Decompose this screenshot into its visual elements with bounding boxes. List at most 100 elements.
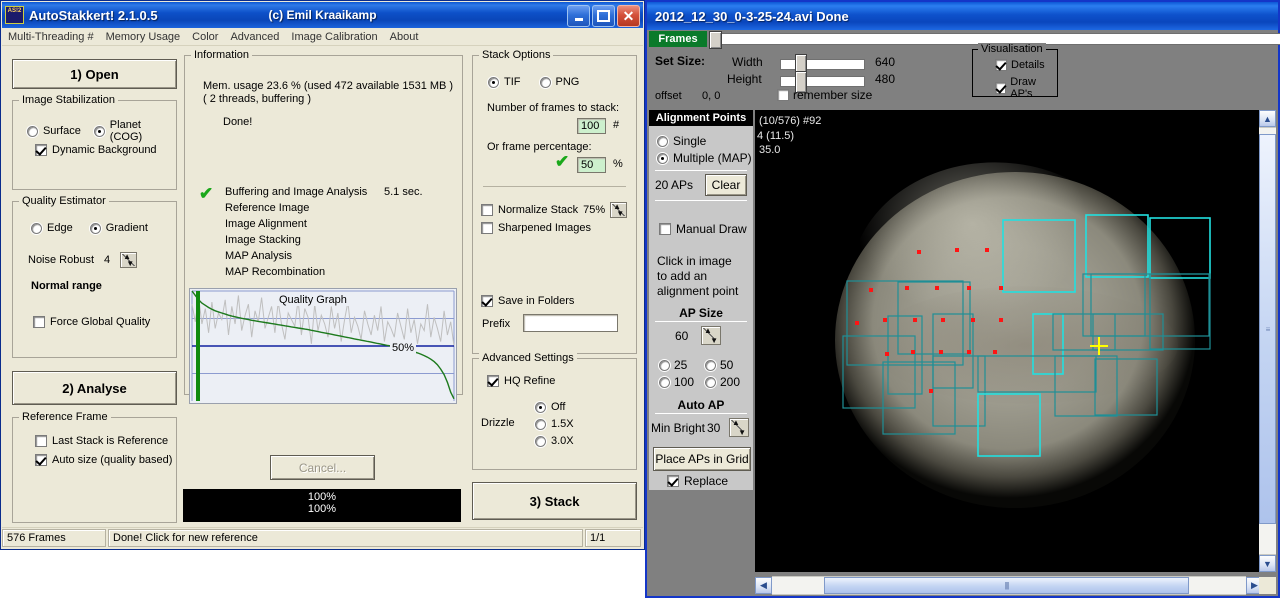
last-stack-reference-label: Last Stack is Reference — [52, 435, 168, 447]
height-slider-track[interactable] — [780, 76, 865, 87]
width-slider-track[interactable] — [780, 59, 865, 70]
surface-radio[interactable] — [27, 126, 38, 137]
drizzle-30x-radio[interactable] — [535, 436, 546, 447]
auto-ap-title: Auto AP — [649, 398, 753, 412]
clear-aps-button[interactable]: Clear — [705, 174, 747, 196]
image-viewport[interactable]: (10/576) #92 4 (11.5) 35.0 — [755, 110, 1263, 572]
scroll-up-arrow[interactable]: ▲ — [1259, 110, 1276, 127]
ap-size-25-radio[interactable] — [659, 360, 670, 371]
ap-single-radio[interactable] — [657, 136, 668, 147]
menu-memory-usage[interactable]: Memory Usage — [100, 30, 187, 44]
step-row: MAP Recombination — [199, 266, 449, 282]
h-scroll-trough[interactable]: |||| — [772, 576, 1246, 595]
ap-multiple-label: Multiple (MAP) — [673, 151, 752, 165]
v-scroll-thumb[interactable]: ≡ — [1259, 134, 1276, 524]
ap-size-50-radio[interactable] — [705, 360, 716, 371]
divider — [655, 170, 747, 171]
ap-hint-line1: Click in image — [657, 254, 738, 269]
tif-label: TIF — [504, 76, 521, 88]
noise-robust-label: Noise Robust — [28, 254, 94, 266]
open-button[interactable]: 1) Open — [12, 59, 177, 89]
progress-top: 100% — [183, 491, 461, 503]
drizzle-off-radio[interactable] — [535, 402, 546, 413]
save-in-folders-checkbox[interactable] — [481, 295, 493, 307]
quality-graph-annotation: 50% — [390, 342, 416, 354]
ap-hint-line3: alignment point — [657, 284, 738, 299]
drizzle-15x-radio[interactable] — [535, 419, 546, 430]
ap-size-100-radio[interactable] — [659, 377, 670, 388]
divider — [483, 186, 626, 187]
minimize-button[interactable] — [567, 5, 590, 27]
drizzle-label: Drizzle — [481, 417, 515, 429]
normalize-stack-spinner[interactable]: ▲▼ — [610, 202, 627, 218]
step-label: Buffering and Image Analysis — [225, 186, 367, 198]
prefix-input[interactable] — [523, 314, 618, 332]
step-label: Image Alignment — [225, 218, 307, 230]
tif-radio[interactable] — [488, 77, 499, 88]
close-button[interactable]: ✕ — [617, 5, 640, 27]
horizontal-scrollbar[interactable]: ◀ |||| ▶ — [755, 577, 1263, 594]
vertical-scrollbar[interactable]: ▲ ≡ ▼ — [1259, 110, 1276, 572]
sharpened-images-checkbox[interactable] — [481, 222, 493, 234]
video-title: 2012_12_30_0-3-25-24.avi Done — [655, 9, 849, 24]
replace-label: Replace — [684, 474, 728, 488]
maximize-button[interactable] — [592, 5, 615, 27]
gradient-radio[interactable] — [90, 223, 101, 234]
manual-draw-checkbox[interactable] — [659, 223, 671, 235]
menu-about[interactable]: About — [384, 30, 425, 44]
min-bright-spinner[interactable]: ▲▼ — [729, 418, 749, 437]
scroll-left-arrow[interactable]: ◀ — [755, 577, 772, 594]
menu-image-calibration[interactable]: Image Calibration — [285, 30, 383, 44]
menu-bar: Multi-Threading # Memory Usage Color Adv… — [2, 28, 643, 46]
menu-advanced[interactable]: Advanced — [224, 30, 285, 44]
analyse-button[interactable]: 2) Analyse — [12, 371, 177, 405]
image-stabilization-title: Image Stabilization — [19, 94, 118, 106]
frames-tab[interactable]: Frames — [649, 31, 707, 47]
replace-checkbox[interactable] — [667, 475, 679, 487]
quality-estimator-group: Quality Estimator Edge Gradient Noise Ro… — [12, 201, 177, 358]
place-aps-in-grid-button[interactable]: Place APs in Grid — [653, 447, 751, 471]
frame-percentage-input[interactable] — [577, 157, 606, 173]
details-checkbox[interactable] — [995, 59, 1007, 71]
cancel-button[interactable]: Cancel... — [270, 455, 375, 480]
last-stack-reference-checkbox[interactable] — [35, 435, 47, 447]
auto-size-label: Auto size (quality based) — [52, 454, 172, 466]
h-scroll-thumb[interactable]: |||| — [824, 577, 1189, 594]
dynamic-background-checkbox[interactable] — [35, 144, 47, 156]
force-global-quality-checkbox[interactable] — [33, 316, 45, 328]
status-message[interactable]: Done! Click for new reference — [108, 529, 583, 547]
quality-estimator-title: Quality Estimator — [19, 195, 109, 207]
app-copyright: (c) Emil Kraaikamp — [268, 8, 376, 22]
scroll-down-arrow[interactable]: ▼ — [1259, 555, 1276, 572]
ap-size-200-radio[interactable] — [705, 377, 716, 388]
png-radio[interactable] — [540, 77, 551, 88]
sharpened-images-label: Sharpened Images — [498, 222, 591, 234]
step-row: MAP Analysis — [199, 250, 449, 266]
ap-panel-filler — [649, 490, 753, 572]
information-group: Information Mem. usage 23.6 % (used 472 … — [184, 55, 463, 395]
frames-to-stack-input[interactable] — [577, 118, 606, 134]
ap-multiple-radio[interactable] — [657, 153, 668, 164]
resize-grip[interactable] — [1259, 577, 1276, 594]
draw-aps-checkbox[interactable] — [995, 82, 1006, 94]
v-scroll-trough[interactable]: ≡ — [1259, 127, 1276, 555]
stack-button[interactable]: 3) Stack — [472, 482, 637, 520]
edge-radio[interactable] — [31, 223, 42, 234]
planet-cog-radio[interactable] — [94, 126, 105, 137]
ap-size-200-label: 200 — [720, 375, 740, 389]
menu-multi-threading[interactable]: Multi-Threading # — [2, 30, 100, 44]
ap-size-100-label: 100 — [674, 375, 694, 389]
auto-size-checkbox[interactable] — [35, 454, 47, 466]
drizzle-30x-label: 3.0X — [551, 435, 574, 447]
overlay-line2: 4 (11.5) — [757, 129, 794, 143]
noise-robust-spinner[interactable]: ▲▼ — [120, 252, 137, 268]
ap-size-spinner[interactable]: ▲▼ — [701, 326, 721, 345]
hq-refine-checkbox[interactable] — [487, 375, 499, 387]
remember-size-checkbox[interactable] — [777, 89, 789, 101]
normalize-stack-checkbox[interactable] — [481, 204, 493, 216]
hq-refine-label: HQ Refine — [504, 375, 555, 387]
menu-color[interactable]: Color — [186, 30, 224, 44]
frame-slider-thumb[interactable] — [709, 31, 722, 49]
edge-label: Edge — [47, 222, 73, 234]
quality-graph-title: Quality Graph — [276, 294, 350, 306]
